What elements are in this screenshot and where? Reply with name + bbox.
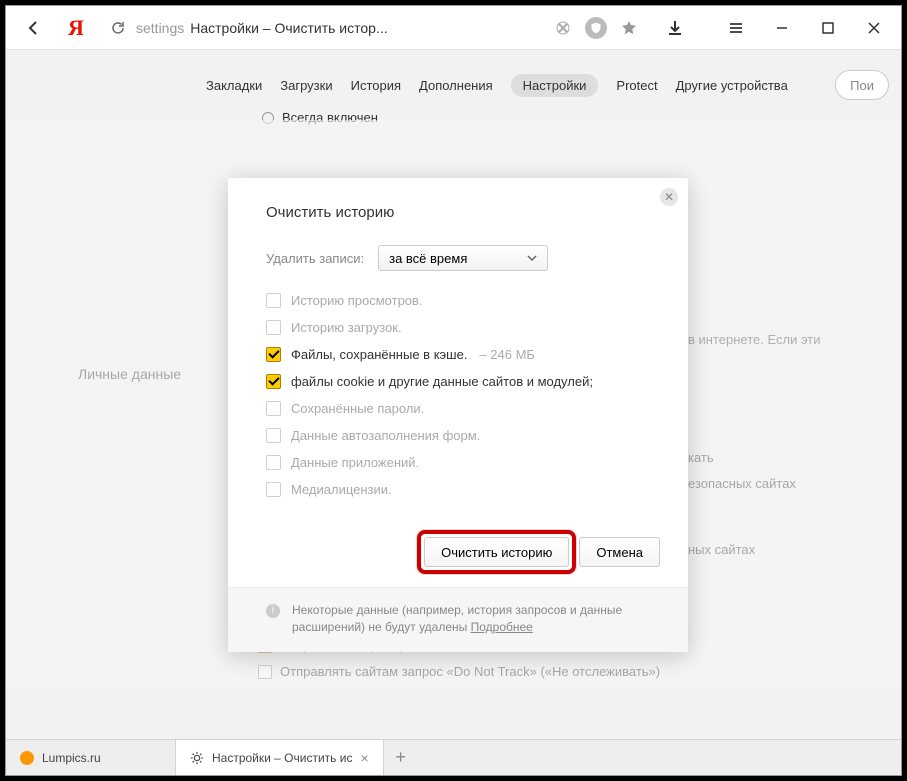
- dialog-title: Очистить историю: [266, 204, 658, 221]
- checkbox-icon[interactable]: [266, 293, 281, 308]
- close-window-button[interactable]: [851, 8, 897, 48]
- action-icon[interactable]: [555, 20, 571, 36]
- tab-lumpics[interactable]: Lumpics.ru: [6, 740, 176, 775]
- back-button[interactable]: [10, 8, 58, 48]
- address-text[interactable]: settingsНастройки – Очистить истор...: [136, 20, 555, 36]
- reload-icon[interactable]: [110, 20, 126, 36]
- nav-downloads[interactable]: Загрузки: [280, 78, 332, 93]
- option-cookies[interactable]: файлы cookie и другие данные сайтов и мо…: [266, 374, 658, 389]
- settings-search[interactable]: Пои: [835, 70, 889, 100]
- download-icon[interactable]: [667, 20, 683, 36]
- nav-devices[interactable]: Другие устройства: [676, 78, 788, 93]
- favicon-icon: [20, 751, 34, 765]
- cancel-button[interactable]: Отмена: [579, 537, 660, 567]
- address-bar[interactable]: settingsНастройки – Очистить истор...: [102, 13, 645, 43]
- dialog-close-button[interactable]: ✕: [660, 188, 678, 206]
- maximize-button[interactable]: [805, 8, 851, 48]
- gear-icon: [190, 751, 204, 765]
- clear-history-dialog: ✕ Очистить историю Удалить записи: за вс…: [228, 178, 688, 652]
- minimize-button[interactable]: [759, 8, 805, 48]
- option-autofill[interactable]: Данные автозаполнения форм.: [266, 428, 658, 443]
- yandex-logo[interactable]: Я: [58, 15, 94, 41]
- nav-addons[interactable]: Дополнения: [419, 78, 493, 93]
- option-cached-files[interactable]: Файлы, сохранённые в кэше.– 246 МБ: [266, 347, 658, 362]
- option-saved-passwords[interactable]: Сохранённые пароли.: [266, 401, 658, 416]
- checkbox-icon[interactable]: [266, 401, 281, 416]
- option-app-data[interactable]: Данные приложений.: [266, 455, 658, 470]
- content-area: Закладки Загрузки История Дополнения Нас…: [6, 50, 901, 739]
- period-label: Удалить записи:: [266, 251, 364, 266]
- nav-settings[interactable]: Настройки: [511, 74, 599, 97]
- tab-bar: Lumpics.ru Настройки – Очистить ис × +: [6, 739, 901, 775]
- option-media-licenses[interactable]: Медиалицензии.: [266, 482, 658, 497]
- checkbox-icon[interactable]: [266, 347, 281, 362]
- checkbox-icon[interactable]: [266, 428, 281, 443]
- period-select[interactable]: за всё время: [378, 245, 548, 271]
- nav-protect[interactable]: Protect: [616, 78, 657, 93]
- checkbox-icon[interactable]: [266, 320, 281, 335]
- info-icon: i: [266, 604, 280, 618]
- protect-icon[interactable]: [585, 17, 607, 39]
- checkbox-icon[interactable]: [266, 374, 281, 389]
- option-browsing-history[interactable]: Историю просмотров.: [266, 293, 658, 308]
- tab-settings[interactable]: Настройки – Очистить ис ×: [176, 740, 384, 775]
- option-download-history[interactable]: Историю загрузок.: [266, 320, 658, 335]
- bookmark-star-icon[interactable]: [621, 20, 637, 36]
- checkbox-icon[interactable]: [266, 455, 281, 470]
- titlebar: Я settingsНастройки – Очистить истор...: [6, 6, 901, 50]
- top-nav: Закладки Загрузки История Дополнения Нас…: [206, 74, 788, 97]
- learn-more-link[interactable]: Подробнее: [471, 620, 533, 634]
- dialog-footer: i Некоторые данные (например, история за…: [228, 587, 688, 652]
- tab-label: Настройки – Очистить ис: [212, 751, 352, 765]
- new-tab-button[interactable]: +: [384, 740, 418, 775]
- nav-bookmarks[interactable]: Закладки: [206, 78, 262, 93]
- clear-history-button[interactable]: Очистить историю: [424, 537, 569, 567]
- nav-history[interactable]: История: [351, 78, 401, 93]
- menu-button[interactable]: [713, 8, 759, 48]
- close-tab-icon[interactable]: ×: [360, 750, 368, 766]
- checkbox-icon[interactable]: [266, 482, 281, 497]
- chevron-down-icon: [527, 253, 537, 263]
- tab-label: Lumpics.ru: [42, 751, 101, 765]
